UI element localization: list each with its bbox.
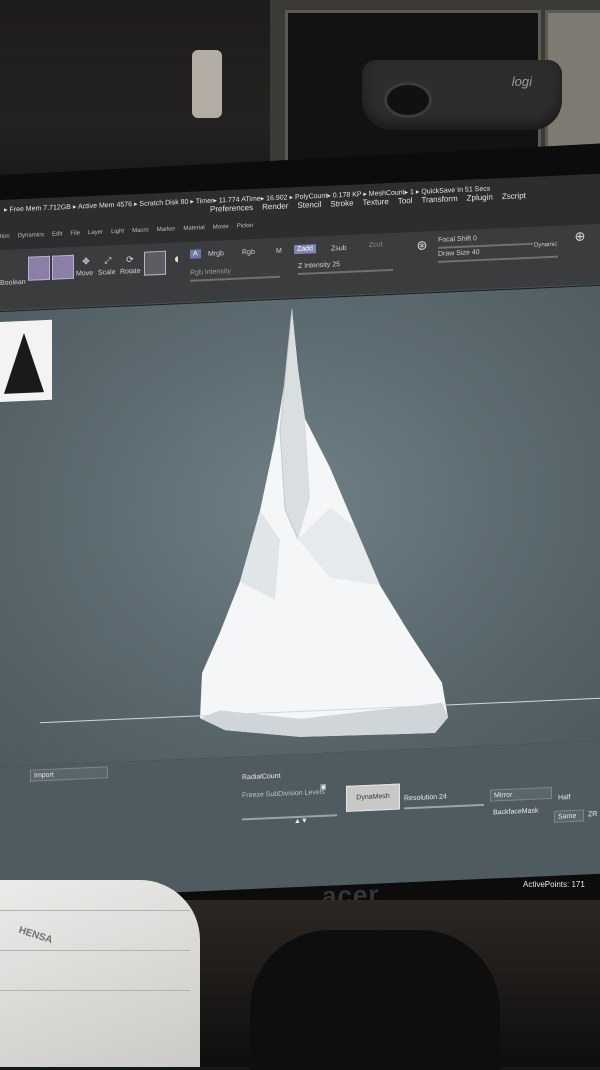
backface-mask-toggle[interactable]: BackfaceMask	[493, 807, 539, 816]
half-button[interactable]: Half	[558, 794, 570, 802]
menu-render[interactable]: Render	[262, 201, 288, 211]
a-chip[interactable]: A	[190, 249, 201, 259]
submenu-edit[interactable]: Edit	[52, 231, 62, 237]
mask-fold	[0, 950, 190, 951]
submenu-dynamics[interactable]: Dynamics	[18, 232, 44, 239]
menu-zscript[interactable]: Zscript	[502, 191, 526, 201]
mirror-button[interactable]: Mirror	[490, 786, 552, 802]
move-label: Move	[76, 269, 94, 278]
menu-transform[interactable]: Transform	[421, 194, 457, 205]
menu-stencil[interactable]: Stencil	[297, 200, 321, 210]
zsub-toggle[interactable]: Zsub	[331, 245, 347, 253]
mask-fold	[0, 910, 190, 911]
same-button[interactable]: Same	[554, 809, 584, 823]
subdivision-arrows-icon[interactable]: ▲▼	[294, 818, 308, 826]
wall-switch	[192, 50, 222, 118]
submenu-material[interactable]: Material	[183, 225, 204, 232]
scale-icon[interactable]: ⤢	[96, 255, 120, 267]
tool-palette-panel: Import RadialCount ▣ Freeze SubDivision …	[0, 740, 600, 900]
brush-button[interactable]	[144, 250, 166, 276]
material-sphere-icon[interactable]: ◐	[166, 250, 190, 267]
zcut-toggle[interactable]: Zcut	[369, 241, 383, 249]
webcam-lens	[384, 82, 432, 118]
active-points-readout: ActivePoints: 171	[523, 880, 585, 889]
symmetry-icon[interactable]: ⊛	[410, 237, 434, 254]
menu-tool[interactable]: Tool	[398, 196, 413, 206]
draw-mode-button[interactable]	[52, 254, 74, 280]
freeze-subdivision-toggle[interactable]: Freeze SubDivision Levels	[242, 789, 325, 800]
sculpt-mesh[interactable]	[180, 301, 470, 744]
import-button[interactable]: Import	[30, 766, 108, 782]
menu-zplugin[interactable]: Zplugin	[467, 192, 493, 202]
dynamic-toggle[interactable]: Dynamic	[534, 242, 557, 249]
monitor-stand	[250, 930, 500, 1070]
submenu-file[interactable]: File	[70, 231, 80, 237]
submenu-picker[interactable]: Picker	[237, 223, 254, 230]
mrgb-toggle[interactable]: Mrgb	[208, 250, 224, 258]
submenu-marker[interactable]: Marker	[157, 226, 176, 233]
submenu-light[interactable]: Light	[111, 229, 124, 236]
scale-label: Scale	[98, 268, 116, 277]
submenu-item[interactable]: tion	[0, 234, 10, 240]
mask-fold	[0, 990, 190, 991]
submenu-macro[interactable]: Macro	[132, 228, 149, 235]
radial-count-field[interactable]: RadialCount	[242, 773, 281, 782]
rgb-toggle[interactable]: Rgb	[242, 249, 255, 257]
face-mask	[0, 880, 200, 1067]
zadd-toggle[interactable]: Zadd	[294, 244, 316, 255]
webcam-brand: logi	[511, 74, 532, 89]
menu-preferences[interactable]: Preferences	[210, 203, 253, 214]
menu-texture[interactable]: Texture	[363, 197, 389, 207]
boolean-label[interactable]: Boolean	[0, 279, 26, 287]
submenu-layer[interactable]: Layer	[88, 230, 103, 237]
thumbnail-mesh-preview	[4, 332, 44, 394]
monitor-screen: ▸ Free Mem 7.712GB ▸ Active Mem 4576 ▸ S…	[0, 173, 600, 900]
menu-stroke[interactable]: Stroke	[330, 199, 353, 209]
webcam: logi	[362, 60, 562, 130]
dynamesh-button[interactable]: DynaMesh	[346, 783, 400, 812]
rotate-label: Rotate	[120, 267, 141, 276]
lightbox-icon[interactable]: ⊕	[568, 228, 592, 245]
rotate-icon[interactable]: ⟳	[118, 254, 142, 266]
resolution-slider[interactable]: Resolution 24	[404, 793, 447, 802]
submenu-movie[interactable]: Movie	[213, 224, 229, 231]
za-button[interactable]: ZR	[588, 811, 597, 818]
move-icon[interactable]: ✥	[74, 256, 98, 268]
secondary-menu: tion Dynamics Edit File Layer Light Macr…	[0, 223, 253, 240]
navigator-thumbnail[interactable]	[0, 319, 52, 402]
resolution-track[interactable]	[404, 803, 484, 810]
m-toggle[interactable]: M	[276, 248, 282, 255]
edit-mode-button[interactable]	[28, 255, 50, 281]
subdivision-slider[interactable]	[242, 814, 337, 821]
canvas-viewport[interactable]	[0, 285, 600, 767]
